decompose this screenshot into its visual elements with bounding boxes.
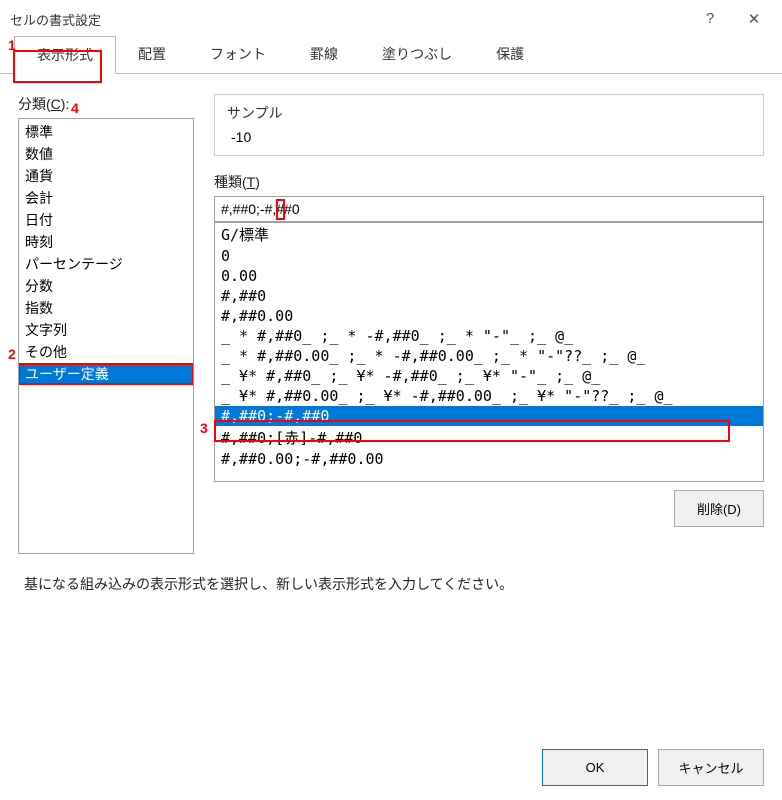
close-icon[interactable]: ✕: [744, 10, 764, 28]
annotation-number-2: 2: [8, 346, 16, 362]
category-item[interactable]: 指数: [19, 297, 193, 319]
type-input[interactable]: [214, 196, 764, 222]
type-item[interactable]: #,##0;[赤]-#,##0: [215, 426, 763, 449]
delete-row: 削除(D): [214, 490, 764, 527]
category-item[interactable]: パーセンテージ: [19, 253, 193, 275]
annotation-number-3: 3: [200, 420, 208, 436]
cancel-button[interactable]: キャンセル: [658, 749, 764, 786]
type-item[interactable]: _ * #,##0.00_ ;_ * -#,##0.00_ ;_ * "-"??…: [215, 346, 763, 366]
category-listbox[interactable]: 標準 数値 通貨 会計 日付 時刻 パーセンテージ 分数 指数 文字列 その他 …: [18, 118, 194, 554]
type-item[interactable]: #,##0.00: [215, 306, 763, 326]
dialog-title: セルの書式設定: [10, 10, 700, 29]
tab-fill[interactable]: 塗りつぶし: [360, 36, 474, 74]
category-item[interactable]: 分数: [19, 275, 193, 297]
tab-label: 保護: [496, 46, 524, 62]
titlebar: セルの書式設定 ? ✕: [0, 0, 782, 36]
tab-number-format[interactable]: 表示形式: [14, 36, 116, 74]
tab-label: 塗りつぶし: [382, 46, 452, 62]
annotation-number-1: 1: [8, 37, 16, 53]
category-item[interactable]: 標準: [19, 121, 193, 143]
sample-group: サンプル -10: [214, 94, 764, 156]
tab-border[interactable]: 罫線: [288, 36, 360, 74]
type-listbox[interactable]: G/標準 0 0.00 #,##0 #,##0.00 _ * #,##0_ ;_…: [214, 222, 764, 482]
ok-button[interactable]: OK: [542, 749, 648, 786]
tab-label: 配置: [138, 46, 166, 62]
tab-alignment[interactable]: 配置: [116, 36, 188, 74]
format-panel: サンプル -10 種類(T) 4 3 G/標準 0 0.00 #,##0 #,#…: [214, 94, 764, 554]
type-item[interactable]: #,##0: [215, 286, 763, 306]
type-list-wrap: 3 G/標準 0 0.00 #,##0 #,##0.00 _ * #,##0_ …: [214, 222, 764, 482]
tab-label: フォント: [210, 46, 266, 62]
type-item[interactable]: _ ¥* #,##0_ ;_ ¥* -#,##0_ ;_ ¥* "-"_ ;_ …: [215, 366, 763, 386]
dialog-body: 分類(C): 2 標準 数値 通貨 会計 日付 時刻 パーセンテージ 分数 指数…: [0, 74, 782, 564]
type-item[interactable]: 0.00: [215, 266, 763, 286]
category-item[interactable]: その他: [19, 341, 193, 363]
category-item[interactable]: 通貨: [19, 165, 193, 187]
type-item[interactable]: _ * #,##0_ ;_ * -#,##0_ ;_ * "-"_ ;_ @_: [215, 326, 763, 346]
category-item-custom[interactable]: ユーザー定義: [19, 363, 193, 385]
delete-button[interactable]: 削除(D): [674, 490, 764, 527]
category-item[interactable]: 日付: [19, 209, 193, 231]
type-input-wrap: [214, 196, 764, 222]
category-item[interactable]: 時刻: [19, 231, 193, 253]
type-item[interactable]: _ ¥* #,##0.00_ ;_ ¥* -#,##0.00_ ;_ ¥* "-…: [215, 386, 763, 406]
help-icon[interactable]: ?: [700, 10, 720, 28]
sample-value: -10: [227, 129, 751, 145]
titlebar-buttons: ? ✕: [700, 10, 764, 28]
category-listbox-inner: 標準 数値 通貨 会計 日付 時刻 パーセンテージ 分数 指数 文字列 その他 …: [19, 119, 193, 387]
tab-label: 罫線: [310, 46, 338, 62]
tab-font[interactable]: フォント: [188, 36, 288, 74]
type-item[interactable]: G/標準: [215, 223, 763, 246]
type-item[interactable]: #,##0.00;-#,##0.00: [215, 449, 763, 469]
sample-label: サンプル: [227, 103, 751, 123]
category-item[interactable]: 会計: [19, 187, 193, 209]
tab-label: 表示形式: [37, 47, 93, 63]
tab-protection[interactable]: 保護: [474, 36, 546, 74]
category-label: 分類(C):: [18, 94, 194, 114]
annotation-number-4: 4: [71, 100, 79, 116]
category-item[interactable]: 文字列: [19, 319, 193, 341]
category-panel: 分類(C): 2 標準 数値 通貨 会計 日付 時刻 パーセンテージ 分数 指数…: [18, 94, 194, 554]
type-item-selected[interactable]: #,##0;-#,##0: [215, 406, 763, 426]
type-label: 種類(T): [214, 172, 764, 192]
format-description: 基になる組み込みの表示形式を選択し、新しい表示形式を入力してください。: [0, 564, 782, 594]
type-item[interactable]: 0: [215, 246, 763, 266]
tab-strip: 表示形式 配置 フォント 罫線 塗りつぶし 保護: [0, 36, 782, 74]
category-item[interactable]: 数値: [19, 143, 193, 165]
dialog-footer: OK キャンセル: [542, 749, 764, 786]
